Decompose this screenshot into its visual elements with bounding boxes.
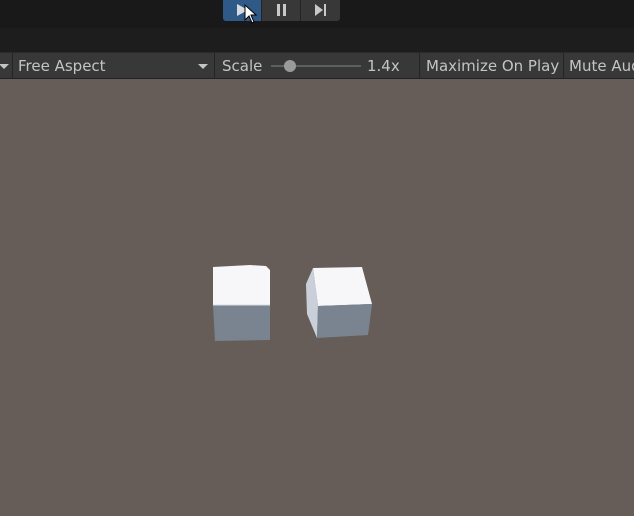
mute-audio-toggle[interactable]: Mute Audio (569, 53, 634, 79)
toolbar-divider (214, 53, 215, 79)
scale-value: 1.4x (367, 57, 400, 75)
toolbar-divider (563, 53, 564, 79)
cube-right (306, 267, 372, 338)
pause-icon (277, 4, 286, 16)
cube-left (213, 265, 270, 341)
display-dropdown-arrow-icon[interactable] (0, 64, 9, 69)
chevron-down-icon (198, 64, 208, 69)
scale-label: Scale (222, 57, 263, 75)
game-viewport[interactable] (0, 79, 634, 516)
panel-header-strip (0, 28, 634, 52)
play-controls (223, 0, 342, 21)
pause-button[interactable] (262, 0, 301, 21)
step-icon (315, 4, 326, 16)
aspect-dropdown[interactable]: Free Aspect (12, 53, 214, 79)
aspect-dropdown-label: Free Aspect (18, 57, 106, 75)
game-view-toolbar: Free Aspect Scale 1.4x Maximize On Play … (0, 52, 634, 79)
play-toolbar (0, 0, 634, 28)
toolbar-divider (419, 53, 420, 79)
step-button[interactable] (301, 0, 340, 21)
scene-render (213, 265, 372, 341)
mouse-cursor-icon (244, 4, 258, 24)
scale-slider-thumb[interactable] (284, 60, 296, 72)
maximize-on-play-toggle[interactable]: Maximize On Play (426, 53, 559, 79)
unity-editor-game-view: Free Aspect Scale 1.4x Maximize On Play … (0, 0, 634, 516)
